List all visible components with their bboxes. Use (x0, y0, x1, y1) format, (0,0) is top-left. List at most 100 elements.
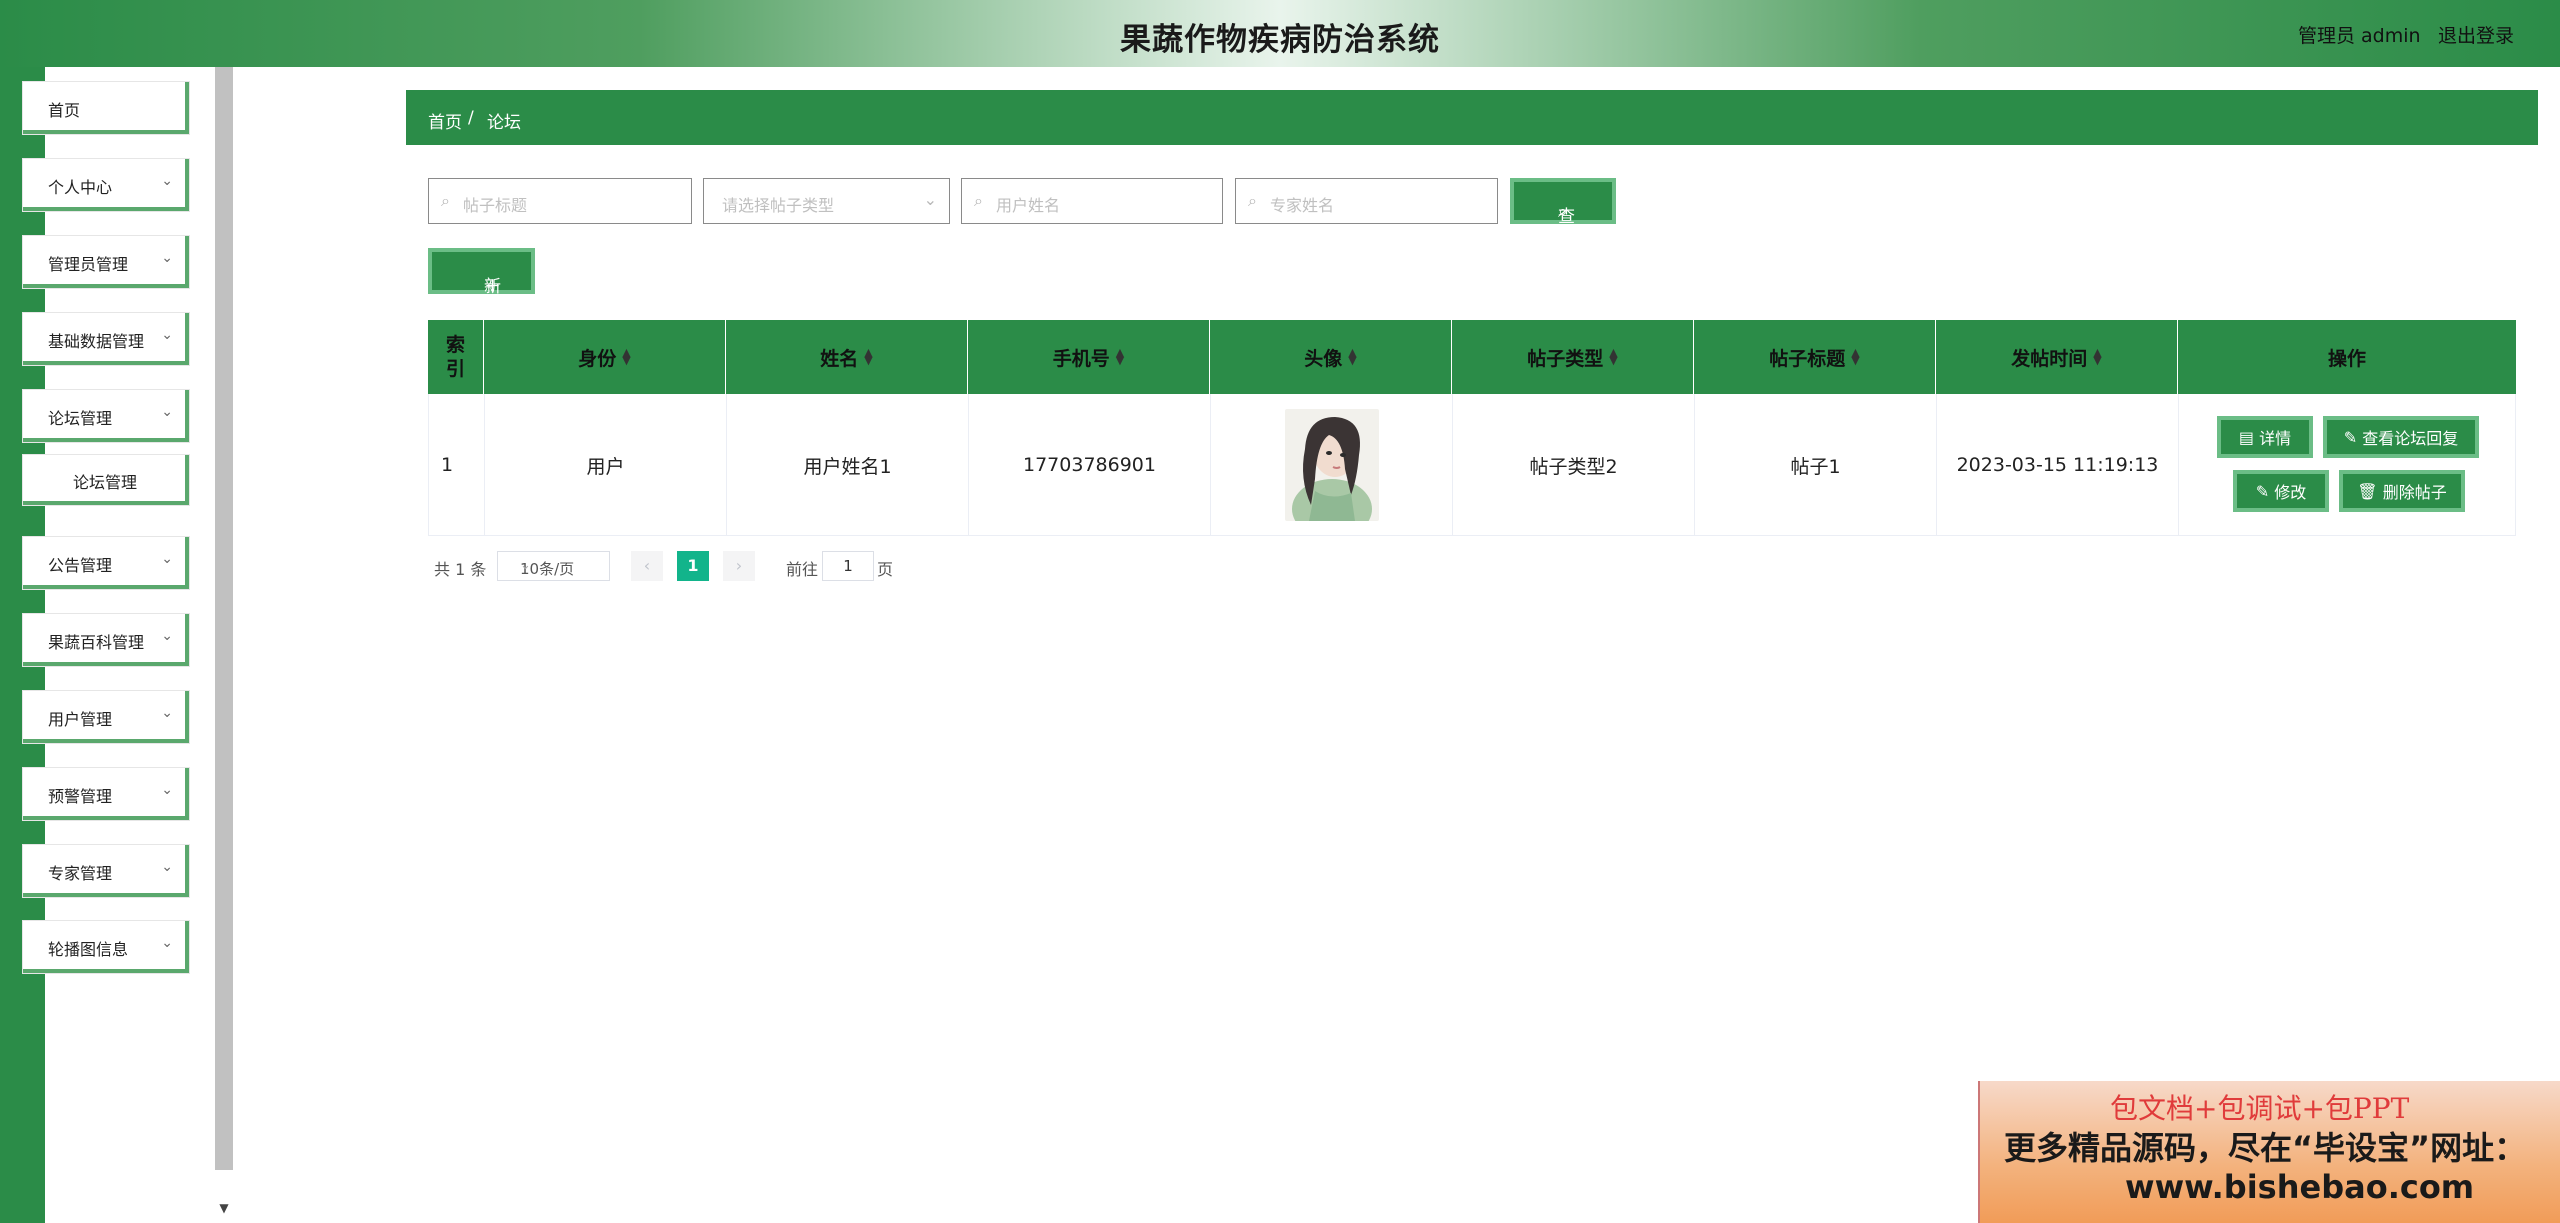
search-icon: ⌕ (974, 191, 983, 210)
goto-label: 前往 (786, 560, 819, 579)
sidebar-item-experts[interactable]: 专家管理 ⌄ (23, 845, 189, 897)
sidebar-item-label: 论坛管理 (73, 473, 138, 492)
sidebar-item-label: 公告管理 (48, 556, 113, 575)
sidebar-item-warning[interactable]: 预警管理 ⌄ (23, 768, 189, 820)
chevron-down-icon: ⌄ (161, 327, 173, 343)
search-icon: ⌕ (1248, 191, 1257, 210)
column-header-label: 索引 (445, 334, 465, 380)
trash-icon: 🗑 (2357, 481, 2378, 501)
scrollbar-thumb[interactable] (215, 67, 233, 1170)
chevron-down-icon: ⌄ (161, 551, 173, 567)
avatar-image (1284, 409, 1379, 521)
sort-icon[interactable]: ▲ ▼ (1116, 347, 1124, 366)
ad-banner[interactable]: 包文档+包调试+包PPT 更多精品源码，尽在“毕设宝”网址： www.bishe… (1978, 1081, 2560, 1223)
sidebar-item-profile[interactable]: 个人中心 ⌄ (23, 159, 189, 211)
sidebar-item-label: 专家管理 (48, 864, 113, 883)
sort-icon[interactable]: ▲ ▼ (622, 347, 630, 366)
chevron-down-icon: ⌄ (161, 404, 173, 420)
sidebar-item-encyclopedia[interactable]: 果蔬百科管理 ⌄ (23, 614, 189, 666)
sidebar-item-label: 论坛管理 (48, 409, 113, 428)
sidebar-item-notice[interactable]: 公告管理 ⌄ (23, 537, 189, 589)
breadcrumb: 首页 / 论坛 (406, 90, 2538, 145)
breadcrumb-home[interactable]: 首页 (428, 108, 462, 133)
sidebar-item-base-data[interactable]: 基础数据管理 ⌄ (23, 313, 189, 365)
sort-icon[interactable]: ▲ ▼ (1851, 347, 1859, 366)
cell-post-title: 帖子1 (1695, 394, 1937, 536)
sort-icon[interactable]: ▲ ▼ (1609, 347, 1617, 366)
sort-icon[interactable]: ▲ ▼ (1348, 347, 1356, 366)
user-name-search-input[interactable]: ⌕ 用户姓名 (961, 178, 1223, 224)
chevron-down-icon: ⌄ (161, 935, 173, 951)
top-header: 果蔬作物疾病防治系统 管理员 admin 退出登录 (0, 0, 2560, 67)
chevron-down-icon: ⌄ (161, 173, 173, 189)
column-header-label: 手机号 (1052, 347, 1110, 370)
logout-link[interactable]: 退出登录 (2438, 21, 2514, 48)
column-header-label: 操作 (2327, 347, 2366, 370)
scroll-down-icon[interactable]: ▼ (216, 1200, 232, 1216)
app-title: 果蔬作物疾病防治系统 (1120, 22, 1440, 58)
expert-name-search-input[interactable]: ⌕ 专家姓名 (1235, 178, 1498, 224)
search-placeholder: 用户姓名 (996, 196, 1061, 215)
column-header-post-type[interactable]: 帖子类型 ▲ ▼ (1452, 320, 1694, 394)
edit-icon: ✎ (2255, 481, 2270, 501)
cell-phone: 17703786901 (969, 394, 1211, 536)
column-header-avatar[interactable]: 头像 ▲ ▼ (1210, 320, 1452, 394)
search-placeholder: 专家姓名 (1270, 196, 1335, 215)
sidebar-item-label: 个人中心 (48, 178, 113, 197)
edit-button[interactable]: ✎ 修改 (2233, 470, 2329, 512)
column-header-label: 头像 (1304, 347, 1343, 370)
add-button-label: 新增 (484, 277, 501, 322)
current-page-button[interactable]: 1 (677, 551, 709, 581)
post-type-select[interactable]: 请选择帖子类型 ⌄ (703, 178, 950, 224)
prev-page-button[interactable]: ‹ (631, 551, 663, 581)
cell-identity: 用户 (485, 394, 727, 536)
column-header-label: 姓名 (820, 347, 859, 370)
add-button[interactable]: ＋ 新增 (428, 248, 535, 322)
detail-button-label: 详情 (2259, 429, 2292, 448)
cell-post-time: 2023-03-15 11:19:13 (1937, 394, 2179, 536)
column-header-label: 发帖时间 (2011, 347, 2088, 370)
sidebar-item-label: 预警管理 (48, 787, 113, 806)
chevron-down-icon: ⌄ (161, 705, 173, 721)
sidebar-item-admin[interactable]: 管理员管理 ⌄ (23, 236, 189, 288)
delete-post-button[interactable]: 🗑 删除帖子 (2339, 470, 2465, 512)
search-icon: ⌕ (1558, 202, 1568, 222)
ad-line-3: www.bishebao.com (2125, 1168, 2475, 1206)
chevron-down-icon: ⌄ (161, 250, 173, 266)
column-header-actions: 操作 (2178, 320, 2516, 394)
column-header-post-title[interactable]: 帖子标题 ▲ ▼ (1694, 320, 1936, 394)
column-header-name[interactable]: 姓名 ▲ ▼ (726, 320, 968, 394)
next-page-button[interactable]: › (723, 551, 755, 581)
pagination-total: 共 1 条 (434, 560, 487, 579)
sort-icon[interactable]: ▲ ▼ (2093, 347, 2101, 366)
sidebar-item-home[interactable]: 首页 (23, 82, 189, 134)
current-user: 管理员 admin (2298, 25, 2421, 47)
detail-button[interactable]: ▤ 详情 (2217, 416, 2313, 458)
sidebar-item-carousel[interactable]: 轮播图信息 ⌄ (23, 921, 189, 973)
breadcrumb-current: 论坛 (487, 113, 521, 133)
sidebar-subitem-forum[interactable]: 论坛管理 (23, 455, 189, 505)
sidebar-item-users[interactable]: 用户管理 ⌄ (23, 691, 189, 743)
column-header-post-time[interactable]: 发帖时间 ▲ ▼ (1936, 320, 2178, 394)
goto-page-input[interactable]: 1 (822, 551, 874, 581)
column-header-label: 身份 (578, 347, 617, 370)
edit-icon: ✎ (2343, 427, 2358, 447)
edit-button-label: 修改 (2274, 483, 2307, 502)
sidebar-item-forum[interactable]: 论坛管理 ⌄ (23, 390, 189, 442)
ad-line-2: 更多精品源码，尽在“毕设宝”网址： (2004, 1129, 2527, 1167)
sidebar-item-label: 基础数据管理 (48, 332, 145, 351)
query-button[interactable]: 查询 ⌕ (1510, 178, 1616, 252)
post-title-search-input[interactable]: ⌕ 帖子标题 (428, 178, 692, 224)
sidebar-item-label: 果蔬百科管理 (48, 633, 145, 652)
page-size-select[interactable]: 10条/页 ⌄ (497, 551, 610, 581)
sort-icon[interactable]: ▲ ▼ (864, 347, 872, 366)
page-suffix: 页 (877, 560, 894, 579)
column-header-phone[interactable]: 手机号 ▲ ▼ (968, 320, 1210, 394)
chevron-down-icon: ⌄ (161, 859, 173, 875)
avatar[interactable] (1284, 409, 1379, 521)
view-replies-button[interactable]: ✎ 查看论坛回复 (2323, 416, 2479, 458)
chevron-down-icon: ⌄ (923, 190, 937, 209)
chevron-down-icon: ⌄ (161, 628, 173, 644)
column-header-identity[interactable]: 身份 ▲ ▼ (484, 320, 726, 394)
sidebar-item-label: 首页 (48, 101, 81, 120)
